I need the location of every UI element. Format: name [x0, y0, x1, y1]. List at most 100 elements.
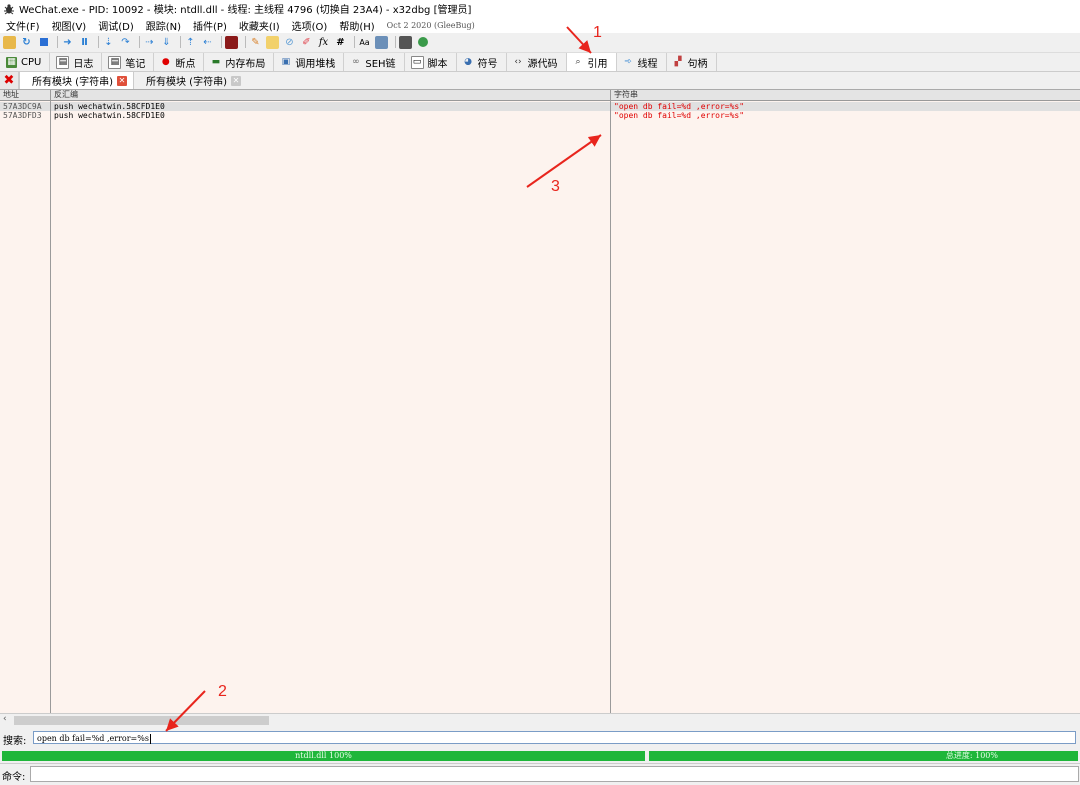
- progress-area: ntdll.dll 100% 总进度: 100%: [0, 750, 1080, 762]
- source-icon: ‹›: [514, 57, 522, 67]
- run-icon[interactable]: ➜: [61, 36, 74, 49]
- tab-label: 引用: [587, 58, 608, 70]
- column-header-disassembly[interactable]: 反汇编: [54, 90, 78, 100]
- step-into-icon[interactable]: ⇣: [102, 36, 115, 49]
- references-subtab-bar: ✖ 所有模块 (字符串) ✕ 所有模块 (字符串) ✕: [0, 72, 1080, 90]
- tab-memory-map[interactable]: ▬ 内存布局: [204, 53, 275, 71]
- toolbar: ↻ ➜ Ⅱ ⇣ ↷ ⇢ ⇓ ⇡ ⇠ ✎ ⊘ ✐ fx # Aa: [0, 33, 1080, 51]
- log-icon: ▤: [56, 55, 70, 69]
- column-divider[interactable]: [50, 90, 51, 713]
- version-label: Oct 2 2020 (GleeBug): [386, 20, 475, 30]
- window-title: WeChat.exe - PID: 10092 - 模块: ntdll.dll …: [19, 5, 472, 16]
- column-header-string[interactable]: 字符串: [614, 90, 638, 100]
- tab-threads[interactable]: ➾ 线程: [617, 53, 667, 71]
- tab-handles[interactable]: ▞ 句柄: [667, 53, 717, 71]
- tab-label: 内存布局: [225, 58, 266, 70]
- tab-call-stack[interactable]: ▣ 调用堆栈: [274, 53, 345, 71]
- close-tab-icon[interactable]: ✕: [230, 75, 241, 86]
- script-icon: ▭: [410, 55, 424, 69]
- tab-label: 线程: [637, 58, 658, 70]
- column-header-address[interactable]: 地址: [3, 90, 19, 100]
- tab-script[interactable]: ▭ 脚本: [405, 53, 457, 71]
- row-string: "open db fail=%d ,error=%s": [614, 102, 745, 111]
- calculator-icon[interactable]: [399, 35, 412, 49]
- total-progress-bar: 总进度: 100%: [649, 751, 1078, 761]
- tab-label: 日志: [73, 58, 94, 70]
- menu-options[interactable]: 选项(O): [286, 18, 334, 33]
- tab-label: 符号: [477, 58, 498, 70]
- menu-debug[interactable]: 调试(D): [92, 18, 140, 33]
- row-string: "open db fail=%d ,error=%s": [614, 111, 745, 120]
- hash-icon[interactable]: #: [334, 36, 347, 49]
- execute-till-return-icon[interactable]: ⇡: [184, 36, 197, 49]
- tab-label: 源代码: [527, 58, 558, 70]
- trace-over-icon[interactable]: ⇓: [160, 36, 173, 49]
- references-table: 地址 反汇编 字符串 57A3DC9A push wechatwin.58CFD…: [0, 90, 1080, 713]
- breakpoint-icon: ●: [161, 57, 170, 67]
- close-tab-icon[interactable]: ✕: [116, 75, 127, 86]
- command-label: 命令:: [2, 772, 26, 783]
- toolbar-separator: [98, 36, 99, 48]
- main-tab-bar: ▦ CPU ▤ 日志 ▤ 笔记 ● 断点 ▬ 内存布局 ▣ 调用堆栈 ∞ SEH链 ▭ 脚本 ◕…: [0, 52, 1080, 72]
- open-icon[interactable]: [3, 35, 16, 49]
- comment-icon[interactable]: [266, 35, 279, 49]
- label-icon[interactable]: ⊘: [283, 36, 296, 49]
- module-progress-bar: ntdll.dll 100%: [2, 751, 645, 761]
- tab-label: CPU: [21, 56, 42, 68]
- tab-breakpoints[interactable]: ● 断点: [154, 53, 205, 71]
- tab-cpu[interactable]: ▦ CPU: [0, 53, 51, 71]
- trace-into-icon[interactable]: ⇢: [143, 36, 156, 49]
- seh-chain-icon: ∞: [352, 57, 360, 67]
- search-value: open db fail=%d ,error=%s: [37, 734, 149, 743]
- menu-plugins[interactable]: 插件(P): [187, 18, 233, 33]
- bookmark-icon[interactable]: ✐: [300, 36, 313, 49]
- menu-file[interactable]: 文件(F): [0, 18, 46, 33]
- close-all-icon[interactable]: ✖: [0, 72, 19, 89]
- pause-icon[interactable]: Ⅱ: [78, 36, 91, 49]
- tab-references[interactable]: ⌕ 引用: [566, 53, 617, 71]
- scrollbar-thumb[interactable]: [14, 716, 269, 725]
- annotation-number-3: 3: [551, 178, 560, 195]
- tab-label: SEH链: [365, 58, 396, 70]
- subtab-all-modules-strings-1[interactable]: 所有模块 (字符串) ✕: [19, 72, 134, 89]
- tab-symbols[interactable]: ◕ 符号: [457, 53, 507, 71]
- subtab-all-modules-strings-2[interactable]: 所有模块 (字符串) ✕: [134, 72, 247, 89]
- search-label: 搜索:: [3, 736, 27, 747]
- search-input[interactable]: open db fail=%d ,error=%s: [33, 731, 1076, 744]
- tab-source[interactable]: ‹› 源代码: [507, 53, 567, 71]
- scroll-left-icon[interactable]: ‹: [3, 714, 7, 724]
- horizontal-scrollbar[interactable]: ‹: [0, 713, 1080, 727]
- tab-label: 调用堆栈: [295, 58, 336, 70]
- command-bar: 命令:: [0, 763, 1080, 785]
- total-progress-text: 总进度: 100%: [945, 751, 998, 760]
- menu-view[interactable]: 视图(V): [46, 18, 93, 33]
- tab-notes[interactable]: ▤ 笔记: [102, 53, 155, 71]
- globe-icon[interactable]: [416, 36, 429, 49]
- function-icon[interactable]: fx: [317, 36, 330, 49]
- run-to-user-code-icon[interactable]: ⇠: [201, 36, 214, 49]
- table-header: [0, 90, 1080, 101]
- row-disassembly: push wechatwin.58CFD1E0: [54, 111, 165, 120]
- font-icon[interactable]: Aa: [358, 36, 371, 49]
- module-icon[interactable]: [375, 35, 388, 49]
- handles-icon: ▞: [674, 57, 682, 67]
- call-stack-icon: ▣: [281, 57, 291, 67]
- tab-label: 脚本: [427, 58, 448, 70]
- row-address: 57A3DFD3: [3, 111, 42, 120]
- step-over-icon[interactable]: ↷: [119, 36, 132, 49]
- stop-icon[interactable]: [37, 36, 50, 49]
- menu-trace[interactable]: 跟踪(N): [140, 18, 187, 33]
- tab-log[interactable]: ▤ 日志: [50, 53, 103, 71]
- restart-icon[interactable]: ↻: [20, 36, 33, 49]
- tab-seh-chain[interactable]: ∞ SEH链: [344, 53, 405, 71]
- menu-favourites[interactable]: 收藏夹(I): [233, 18, 286, 33]
- column-divider[interactable]: [610, 90, 611, 713]
- patch-icon[interactable]: ✎: [249, 36, 262, 49]
- text-caret: [149, 734, 151, 744]
- toolbar-separator: [139, 36, 140, 48]
- notes-icon: ▤: [108, 55, 122, 69]
- command-input[interactable]: [30, 766, 1079, 782]
- menu-help[interactable]: 帮助(H): [333, 18, 380, 33]
- scylla-icon[interactable]: [225, 35, 238, 49]
- x32dbg-bug-icon: [3, 3, 15, 15]
